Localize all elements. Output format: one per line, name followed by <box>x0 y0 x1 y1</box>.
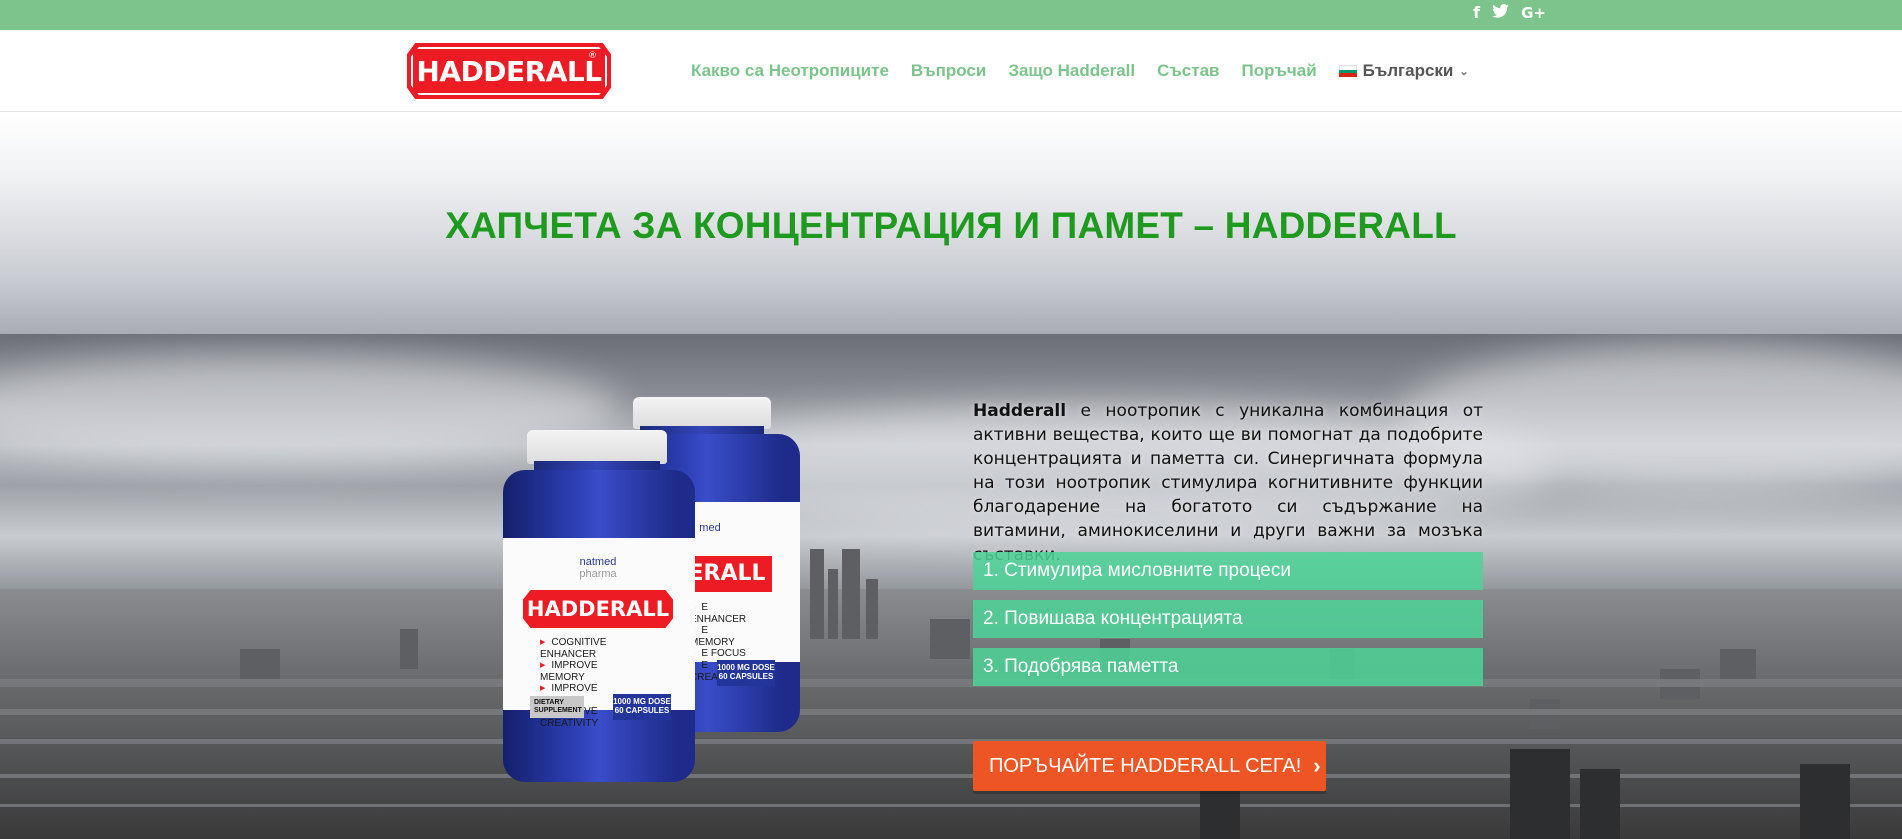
back-label-logo: ERALL <box>682 556 772 592</box>
social-links: f G+ <box>1473 3 1546 23</box>
site-logo[interactable]: HADDERALL ® <box>407 43 611 99</box>
chevron-down-icon: ⌄ <box>1459 65 1469 78</box>
chevron-right-icon: › <box>1313 753 1321 778</box>
label-bullet: COGNITIVE ENHANCER <box>540 637 606 660</box>
title-band: ХАПЧЕТА ЗА КОНЦЕНТРАЦИЯ И ПАМЕТ – HADDER… <box>0 113 1902 334</box>
back-bullet: E FOCUS <box>690 648 748 660</box>
bottle-cap <box>527 430 667 464</box>
product-description: Hadderall е ноотропик с уникална комбина… <box>973 399 1483 567</box>
benefit-list: 1. Стимулира мисловните процеси 2. Повиш… <box>973 552 1483 696</box>
maker-sub: pharma <box>579 568 617 580</box>
twitter-icon[interactable] <box>1492 3 1510 23</box>
back-dose-badge: 1000 MG DOSE 60 CAPSULES <box>717 660 775 686</box>
maker-logo: natmed pharma <box>553 556 643 580</box>
main-nav: Какво са Неотропиците Въпроси Защо Hadde… <box>691 30 1469 112</box>
description-text: е ноотропик с уникална комбинация от акт… <box>973 401 1483 565</box>
nav-item-what-are-nootropics[interactable]: Какво са Неотропиците <box>691 61 889 81</box>
capsule-count-text: 60 CAPSULES <box>718 671 774 681</box>
label-bullet: IMPROVE MEMORY <box>540 660 606 683</box>
site-header: HADDERALL ® Какво са Неотропиците Въпрос… <box>0 30 1902 112</box>
google-plus-icon[interactable]: G+ <box>1521 3 1546 23</box>
nav-item-order[interactable]: Поръчай <box>1241 61 1316 81</box>
top-social-bar: f G+ <box>0 0 1902 30</box>
back-bullet: E MEMORY <box>690 625 748 648</box>
diet-text: DIETARY <box>534 699 564 706</box>
bottle-cap <box>633 397 771 429</box>
city-skyline-image <box>0 549 1902 839</box>
hero-section: med ERALL E ENHANCER E MEMORY E FOCUS E … <box>0 334 1902 839</box>
nav-item-why-hadderall[interactable]: Защо Hadderall <box>1008 61 1135 81</box>
diet-text: SUPPLEMENT <box>534 706 582 714</box>
page-title: ХАПЧЕТА ЗА КОНЦЕНТРАЦИЯ И ПАМЕТ – HADDER… <box>445 205 1457 246</box>
front-label-logo: HADDERALL <box>523 590 673 628</box>
dietary-supplement-badge: DIETARY SUPPLEMENT <box>530 696 584 718</box>
description-brand: Hadderall <box>973 401 1067 421</box>
nav-item-ingredients[interactable]: Състав <box>1157 61 1219 81</box>
nav-item-questions[interactable]: Въпроси <box>911 61 986 81</box>
benefit-item: 3. Подобрява паметта <box>973 648 1483 686</box>
logo-text: HADDERALL <box>416 54 602 88</box>
maker-name: natmed <box>579 556 617 568</box>
facebook-icon[interactable]: f <box>1473 3 1480 23</box>
back-bullet: E ENHANCER <box>690 602 748 625</box>
capsule-count-text: 60 CAPSULES <box>614 705 670 715</box>
front-dose-badge: 1000 MG DOSE 60 CAPSULES <box>613 694 671 720</box>
logo-frame: HADDERALL <box>411 47 607 95</box>
bulgarian-flag-icon <box>1338 65 1357 78</box>
logo-registered-mark: ® <box>588 51 597 61</box>
order-now-label: ПОРЪЧАЙТЕ HADDERALL СЕГА! <box>989 754 1302 777</box>
benefit-item: 1. Стимулира мисловните процеси <box>973 552 1483 590</box>
benefit-item: 2. Повишава концентрацията <box>973 600 1483 638</box>
order-now-button[interactable]: ПОРЪЧАЙТЕ HADDERALL СЕГА! › <box>973 741 1326 791</box>
language-selector[interactable]: Български ⌄ <box>1338 61 1469 81</box>
language-label: Български <box>1362 61 1454 80</box>
